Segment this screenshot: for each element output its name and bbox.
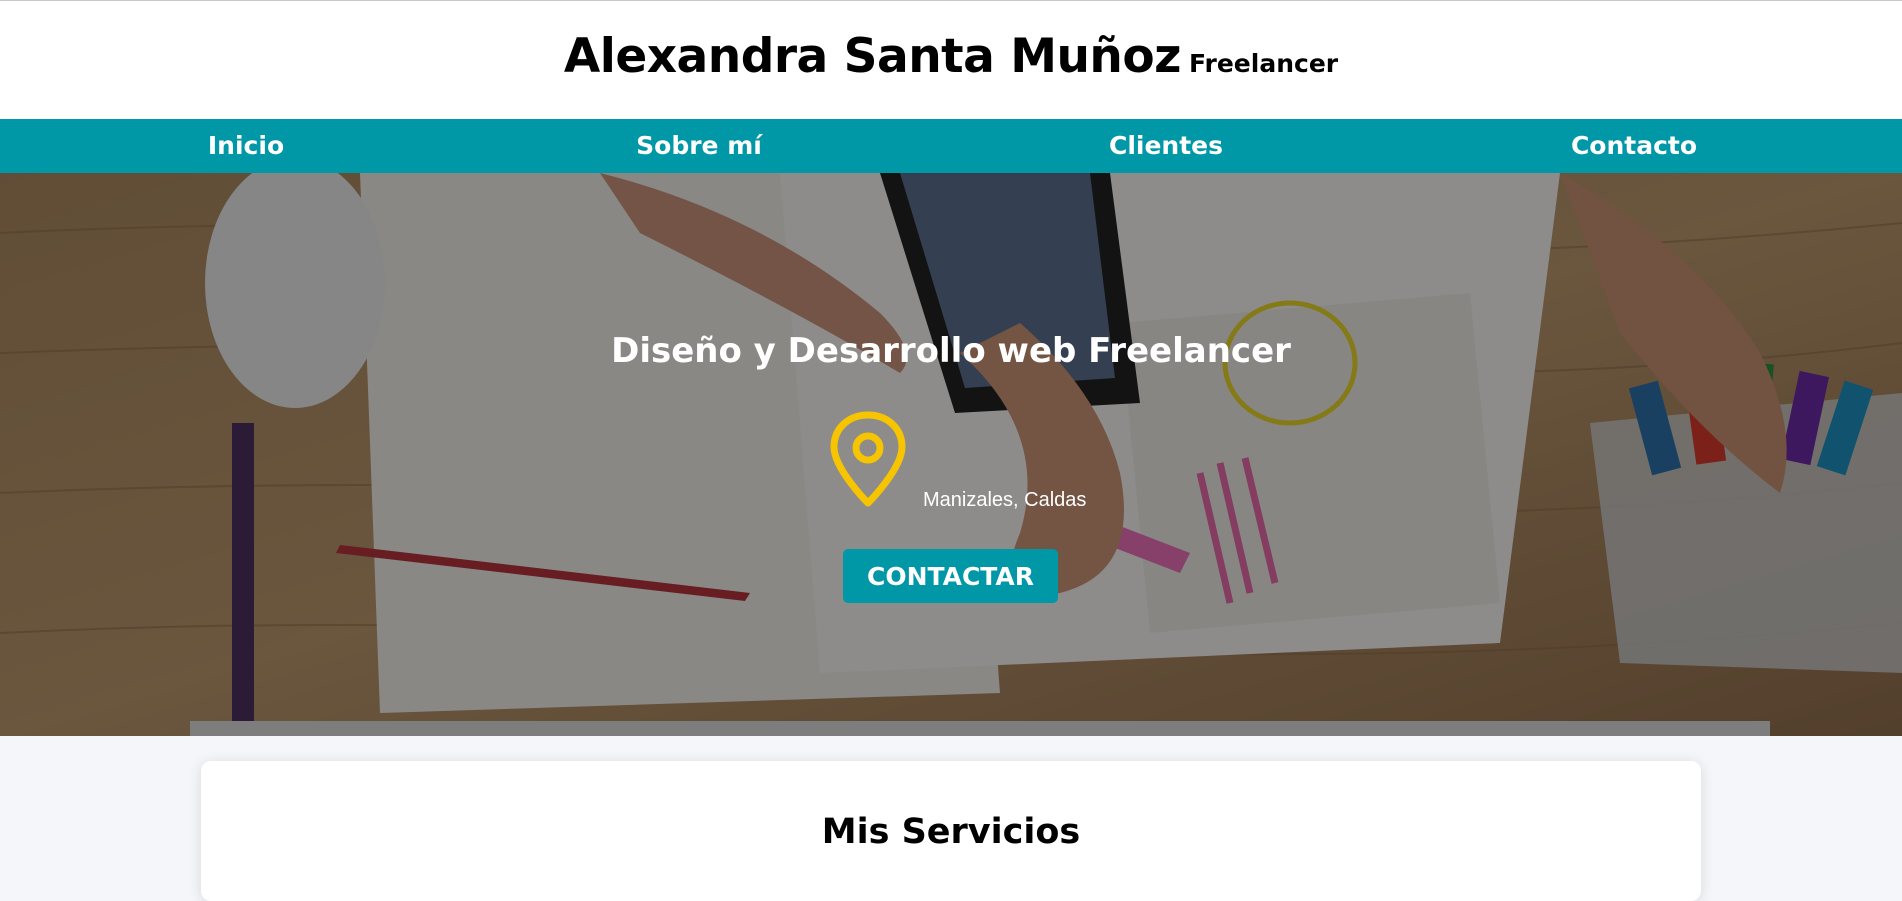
services-title: Mis Servicios <box>821 812 1081 852</box>
services-section: Mis Servicios <box>201 761 1701 901</box>
nav-item-inicio[interactable]: Inicio <box>208 119 284 173</box>
map-pin-icon <box>830 411 906 507</box>
brand: Alexandra Santa Muñoz Freelancer <box>0 29 1902 84</box>
nav-item-sobre-mi[interactable]: Sobre mí <box>636 119 762 173</box>
location-text: Manizales, Caldas <box>923 489 1087 511</box>
hero-section: Diseño y Desarrollo web Freelancer Maniz… <box>0 173 1902 736</box>
nav-item-contacto[interactable]: Contacto <box>1571 119 1697 173</box>
contact-button[interactable]: CONTACTAR <box>843 549 1058 603</box>
site-owner-name: Alexandra Santa Muñoz <box>563 29 1182 84</box>
hero-title: Diseño y Desarrollo web Freelancer <box>611 331 1291 371</box>
hero-overlay <box>0 173 1902 736</box>
nav-item-clientes[interactable]: Clientes <box>1109 119 1223 173</box>
main-nav: Inicio Sobre mí Clientes Contacto <box>0 119 1902 173</box>
site-header: Alexandra Santa Muñoz Freelancer <box>0 0 1902 119</box>
site-tagline: Freelancer <box>1189 49 1339 78</box>
